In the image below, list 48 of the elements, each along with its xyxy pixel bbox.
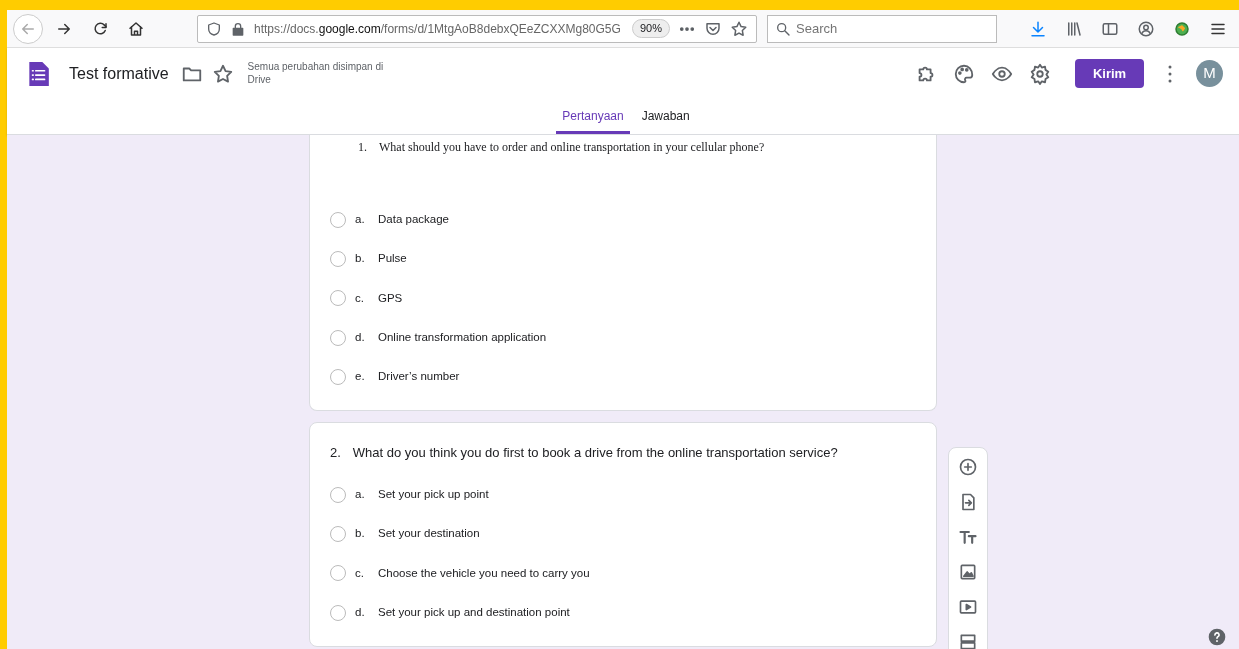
search-field[interactable]: Search [767,14,997,43]
option-letter: b. [355,526,366,542]
lock-icon [230,20,246,37]
option-letter: a. [355,487,366,502]
video-icon [958,597,978,617]
option-text: Choose the vehicle you need to carry you [378,565,590,581]
option-letter: d. [355,604,366,620]
section-icon [958,632,978,649]
zoom-level[interactable]: 90% [631,19,670,38]
question-text: What do you think you do first to book a drive from the online transportation service? [352,444,838,463]
option-letter: b. [355,251,366,267]
address-bar[interactable]: https://docs.google.com/forms/d/1MtgAoB8debxQEeZCXXMg80G5G 90% [197,14,757,43]
download-icon-icon [1029,19,1047,38]
search-icon [775,20,791,37]
option-letter: a. [355,212,366,227]
option-text: Pulse [378,251,407,267]
palette-icon [953,62,975,85]
url-text: https://docs.google.com/forms/d/1MtgAoB8debxQEeZCXXMg80G5G [254,20,622,38]
option-text: Set your pick up point [378,487,489,502]
account-icon [1137,19,1155,38]
library-icon [1065,19,1083,38]
option-text: GPS [378,290,403,306]
option-text: Set your pick up and destination point [378,604,570,620]
globe-icon [1173,19,1191,38]
option-text: Online transformation application [378,329,547,345]
question-number: 2. [330,444,341,463]
add-circle-icon [958,457,978,477]
question-number: 1. [358,139,367,156]
option-letter: c. [355,565,365,581]
home-icon [127,19,145,38]
option-text: Set your destination [378,526,480,542]
question-text: What should you have to order and online transportation in your cellular phone? [379,139,765,156]
save-status: Semua perubahan disimpan di Drive [247,61,385,87]
option-letter: c. [355,290,365,306]
option-text: Driver’s number [378,369,460,385]
more-vertical-icon [1168,64,1172,83]
image-icon [958,562,978,582]
star-icon[interactable] [730,19,748,38]
send-button[interactable]: Kirim [1075,59,1144,89]
document-title[interactable]: Test formative [69,61,169,86]
shield-icon [206,20,222,37]
option-letter: d. [355,329,366,345]
option-text: Data package [378,212,449,227]
option-letter: e. [355,369,366,385]
help-icon[interactable] [1207,627,1227,647]
star-icon[interactable] [211,62,234,85]
settings-icon [1029,62,1051,85]
tab[interactable]: Jawaban [635,107,696,134]
